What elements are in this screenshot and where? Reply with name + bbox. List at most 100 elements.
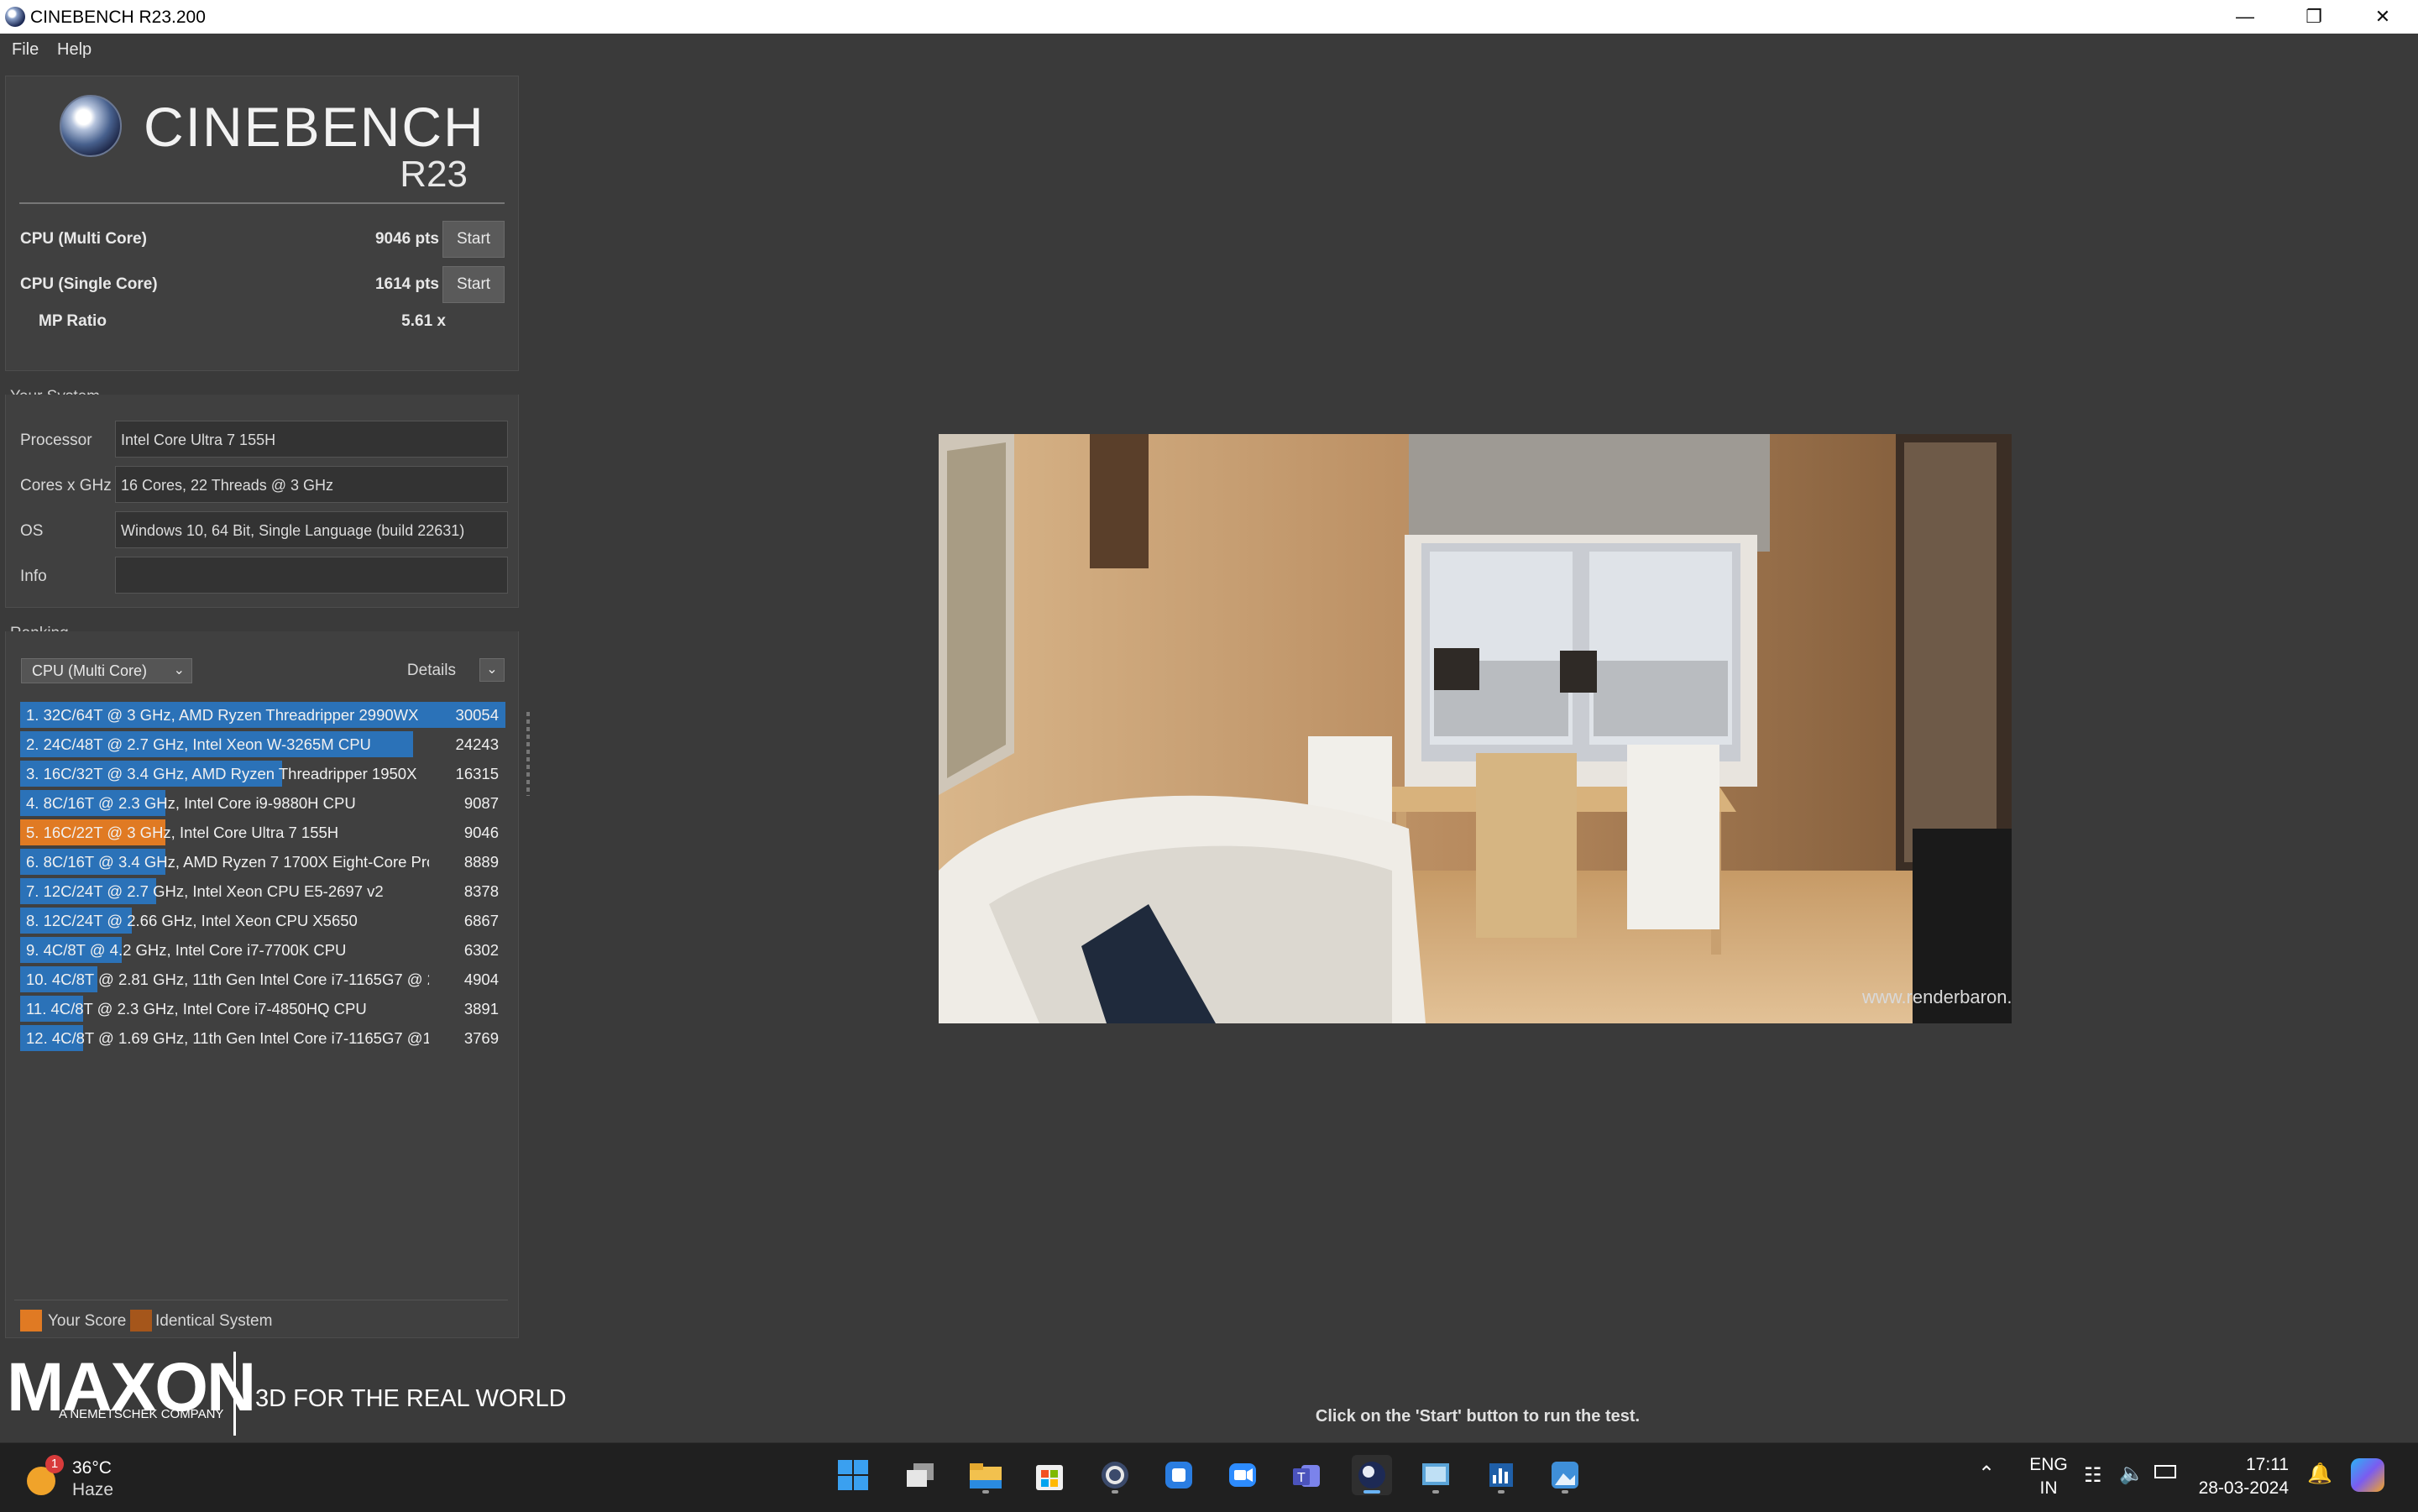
ranking-cpu-name: 4. 8C/16T @ 2.3 GHz, Intel Core i9-9880H… (26, 794, 356, 812)
ranking-row[interactable]: 11. 4C/8T @ 2.3 GHz, Intel Core i7-4850H… (20, 996, 505, 1022)
control-panel-icon[interactable] (1416, 1455, 1456, 1495)
ranking-row[interactable]: 3. 16C/32T @ 3.4 GHz, AMD Ryzen Threadri… (20, 761, 505, 787)
ranking-cpu-name: 3. 16C/32T @ 3.4 GHz, AMD Ryzen Threadri… (26, 765, 417, 782)
score-panel: CINEBENCH R23 CPU (Multi Core) 9046 pts … (5, 76, 519, 371)
info-field[interactable] (115, 557, 508, 594)
cinebench-app-icon (5, 7, 25, 27)
minimize-button[interactable]: — (2211, 0, 2279, 34)
ranking-row[interactable]: 2. 24C/48T @ 2.7 GHz, Intel Xeon W-3265M… (20, 731, 505, 757)
ranking-cpu-name: 8. 12C/24T @ 2.66 GHz, Intel Xeon CPU X5… (26, 912, 358, 929)
details-dropdown-button[interactable]: ⌄ (479, 658, 505, 682)
ranking-row[interactable]: 1. 32C/64T @ 3 GHz, AMD Ryzen Threadripp… (20, 702, 505, 728)
photos-icon[interactable] (1545, 1455, 1585, 1495)
panel-resize-handle[interactable] (526, 712, 530, 796)
mp-ratio-value: 5.61 x (401, 312, 446, 330)
clock-time[interactable]: 17:11 (2188, 1455, 2289, 1475)
ranking-score: 9046 (463, 824, 499, 841)
system-panel: Processor Intel Core Ultra 7 155H Cores … (5, 395, 519, 608)
app-icon[interactable] (1159, 1455, 1199, 1495)
task-manager-icon[interactable] (1481, 1455, 1521, 1495)
cores-label: Cores x GHz (20, 477, 112, 494)
language-indicator-top[interactable]: ENG (2023, 1455, 2074, 1475)
ranking-row[interactable]: 7. 12C/24T @ 2.7 GHz, Intel Xeon CPU E5-… (20, 878, 505, 904)
ranking-row-your-score[interactable]: 5. 16C/22T @ 3 GHz, Intel Core Ultra 7 1… (20, 819, 505, 845)
ranking-cpu-name: 1. 32C/64T @ 3 GHz, AMD Ryzen Threadripp… (26, 706, 419, 724)
your-score-swatch (20, 1310, 42, 1332)
copilot-icon[interactable] (2351, 1458, 2384, 1492)
os-label: OS (20, 522, 44, 540)
ranking-score: 4904 (463, 971, 499, 988)
ranking-score: 30054 (455, 706, 499, 724)
tray-overflow-chevron-icon[interactable]: ⌃ (1978, 1462, 1995, 1486)
identical-system-legend: Identical System (155, 1312, 273, 1330)
details-label: Details (406, 662, 456, 679)
cinebench-logo-icon (60, 95, 122, 157)
title-bar: CINEBENCH R23.200 — ❐ ✕ (0, 0, 2418, 34)
notification-bell-icon[interactable]: 🔔 (2307, 1462, 2332, 1486)
language-indicator-bottom[interactable]: IN (2023, 1478, 2074, 1499)
window-title: CINEBENCH R23.200 (30, 8, 206, 27)
ranking-cpu-name: 11. 4C/8T @ 2.3 GHz, Intel Core i7-4850H… (26, 1000, 367, 1018)
ranking-row[interactable]: 12. 4C/8T @ 1.69 GHz, 11th Gen Intel Cor… (20, 1025, 505, 1051)
restore-button[interactable]: ❐ (2280, 0, 2347, 34)
logo-divider (19, 202, 505, 204)
logo-brand: CINEBENCH (144, 96, 485, 158)
ranking-score: 6302 (463, 941, 499, 959)
settings-icon[interactable] (1095, 1455, 1135, 1495)
render-scene-image: www.renderbaron.de (939, 434, 2012, 1023)
ranking-cpu-name: 2. 24C/48T @ 2.7 GHz, Intel Xeon W-3265M… (26, 735, 371, 753)
ranking-type-dropdown[interactable]: CPU (Multi Core) ⌄ (21, 658, 192, 683)
battery-icon[interactable] (2154, 1465, 2176, 1478)
ranking-cpu-name: 10. 4C/8T @ 2.81 GHz, 11th Gen Intel Cor… (26, 971, 429, 988)
ranking-score: 9087 (463, 794, 499, 812)
menu-bar: File Help (0, 34, 2418, 65)
multi-core-label: CPU (Multi Core) (20, 230, 147, 248)
processor-label: Processor (20, 432, 92, 449)
menu-help[interactable]: Help (57, 40, 92, 60)
ranking-score: 24243 (455, 735, 499, 753)
single-core-start-button[interactable]: Start (442, 266, 505, 303)
volume-icon[interactable]: 🔈 (2119, 1462, 2144, 1486)
logo-version: R23 (400, 154, 468, 195)
ranking-score: 8378 (463, 882, 499, 900)
ranking-score: 3891 (463, 1000, 499, 1018)
weather-condition: Haze (72, 1480, 114, 1499)
teams-icon[interactable]: T (1286, 1455, 1327, 1495)
ranking-row[interactable]: 4. 8C/16T @ 2.3 GHz, Intel Core i9-9880H… (20, 790, 505, 816)
chevron-down-icon: ⌄ (173, 663, 185, 678)
svg-text:T: T (1297, 1471, 1306, 1485)
wifi-icon[interactable]: ☷ (2084, 1463, 2102, 1488)
your-score-legend: Your Score (48, 1312, 127, 1330)
multi-core-start-button[interactable]: Start (442, 221, 505, 258)
cores-field[interactable]: 16 Cores, 22 Threads @ 3 GHz (115, 466, 508, 503)
store-icon[interactable] (1029, 1455, 1070, 1495)
file-explorer-icon[interactable] (966, 1455, 1006, 1495)
ranking-score: 6867 (463, 912, 499, 929)
identical-system-swatch (130, 1310, 152, 1332)
close-button[interactable]: ✕ (2349, 0, 2416, 34)
weather-temp: 36°C (72, 1458, 112, 1478)
single-core-label: CPU (Single Core) (20, 275, 158, 293)
ranking-score: 8889 (463, 853, 499, 871)
ranking-row[interactable]: 9. 4C/8T @ 4.2 GHz, Intel Core i7-7700K … (20, 937, 505, 963)
menu-file[interactable]: File (12, 40, 39, 60)
info-label: Info (20, 568, 47, 585)
ranking-type-value: CPU (Multi Core) (32, 662, 148, 679)
weather-widget[interactable]: 1 36°C Haze (24, 1455, 133, 1502)
start-icon[interactable] (833, 1455, 873, 1495)
ranking-row[interactable]: 8. 12C/24T @ 2.66 GHz, Intel Xeon CPU X5… (20, 908, 505, 934)
render-preview: www.renderbaron.de (939, 434, 2012, 1023)
multi-core-score: 9046 pts (374, 230, 439, 248)
zoom-icon[interactable] (1222, 1455, 1263, 1495)
clock-date[interactable]: 28-03-2024 (2188, 1478, 2289, 1499)
task-view-icon[interactable] (900, 1455, 940, 1495)
cinebench-icon[interactable] (1352, 1455, 1392, 1495)
processor-field[interactable]: Intel Core Ultra 7 155H (115, 421, 508, 458)
ranking-cpu-name: 9. 4C/8T @ 4.2 GHz, Intel Core i7-7700K … (26, 941, 347, 959)
os-field[interactable]: Windows 10, 64 Bit, Single Language (bui… (115, 511, 508, 548)
ranking-row[interactable]: 10. 4C/8T @ 2.81 GHz, 11th Gen Intel Cor… (20, 966, 505, 992)
ranking-cpu-name: 6. 8C/16T @ 3.4 GHz, AMD Ryzen 7 1700X E… (26, 853, 429, 871)
ranking-row[interactable]: 6. 8C/16T @ 3.4 GHz, AMD Ryzen 7 1700X E… (20, 849, 505, 875)
ranking-panel: CPU (Multi Core) ⌄ Details ⌄ 1. 32C/64T … (5, 631, 519, 1338)
weather-badge: 1 (45, 1455, 64, 1473)
